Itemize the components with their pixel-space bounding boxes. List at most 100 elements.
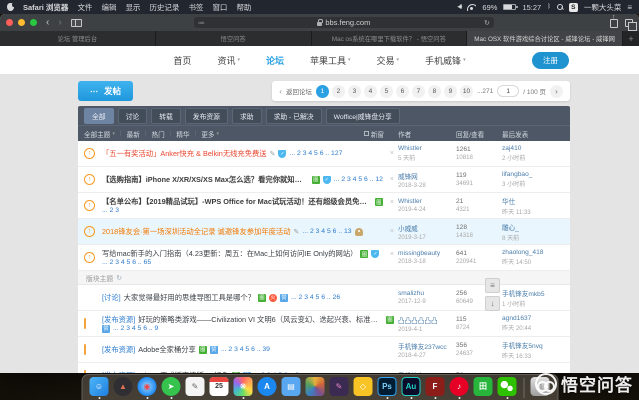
volume-icon[interactable]: ◀))	[457, 4, 462, 10]
menubar-item[interactable]: 帮助	[236, 2, 251, 13]
thread-pages-link[interactable]: ... 2 3 4 5 6 .. 39	[221, 346, 270, 353]
share-icon[interactable]	[610, 14, 618, 28]
reader-mode-icon[interactable]: ≔	[198, 19, 205, 27]
close-icon[interactable]: ×	[386, 251, 394, 258]
safari-icon[interactable]: ◉	[137, 376, 157, 396]
nav-item[interactable]: 手机威锋 ▾	[425, 54, 466, 67]
wechat-icon[interactable]	[497, 376, 517, 396]
author-name[interactable]: Whistler	[398, 198, 456, 205]
spotlight-search-icon[interactable]	[556, 4, 563, 10]
thread-pages-link[interactable]: ... 2 3 4 5 6 .. 8	[254, 372, 299, 373]
register-button[interactable]: 注册	[532, 52, 569, 69]
thread-row[interactable]: ↑ 写给mac新手的入门指南（4.23更新：周五：在Mac上如何访问IE Only…	[78, 245, 570, 271]
audition-icon[interactable]: Au	[401, 376, 421, 396]
page-number[interactable]: 4	[363, 84, 377, 98]
page-number[interactable]: 9	[443, 84, 457, 98]
sort-link[interactable]: 热门	[152, 129, 165, 139]
apple-icon[interactable]	[7, 3, 16, 11]
new-post-button[interactable]: ⋯ 发帖	[78, 81, 134, 101]
thread-title-link[interactable]: 「五一有奖活动」Anker快充 & Belkin无线充免费送	[102, 149, 267, 159]
thread-category[interactable]: [发布资源]	[102, 371, 135, 374]
menubar-item[interactable]: 书签	[188, 2, 203, 13]
thread-pages-link[interactable]: ... 2 3 4 5 6 .. 26	[291, 294, 340, 301]
thread-title-link[interactable]: Adobe全家桶分享	[138, 345, 196, 355]
photos-icon[interactable]: ❋	[233, 376, 253, 396]
thread-row[interactable]: [发布资源]3dmax正式版高清版5.0绿色图赞... 2 3 4 5 6 ..…	[78, 363, 570, 373]
clock[interactable]: 15:27	[522, 3, 541, 12]
author-name[interactable]: 手机锋友glvmich	[398, 370, 456, 373]
close-icon[interactable]: ×	[386, 199, 394, 206]
page-jump-input[interactable]	[497, 85, 520, 97]
column-last-post[interactable]: 最后发表	[502, 129, 564, 139]
pictures-folder-icon[interactable]: ▤	[281, 376, 301, 396]
thread-row[interactable]: ↑ 【选购指南】iPhone X/XR/XS/XS Max怎么选？看完你就知道了图…	[78, 167, 570, 193]
green-grid-app-icon[interactable]: 田	[473, 376, 493, 396]
page-number[interactable]: 5	[379, 84, 393, 98]
author-name[interactable]: Whistler	[398, 145, 456, 152]
last-post-user[interactable]: agnd1637	[502, 315, 564, 322]
sketch-icon[interactable]: ◇	[353, 376, 373, 396]
back-to-forum-link[interactable]: 返回论坛	[286, 86, 312, 96]
forward-button[interactable]: ›	[58, 17, 61, 28]
thread-title-link[interactable]: 【名单公布】【2019精品试玩】-WPS Office for Mac试玩活动！…	[102, 197, 372, 207]
menubar-item[interactable]: 文件	[77, 2, 92, 13]
float-bottom-button[interactable]: ↓	[485, 296, 500, 311]
page-number[interactable]: 1	[315, 84, 329, 98]
close-window-button[interactable]	[6, 19, 13, 26]
next-page-button[interactable]: ›	[550, 84, 563, 98]
thread-title-link[interactable]: 大家觉得最好用的思维导图工具是哪个？	[124, 293, 255, 303]
red-f-app-icon[interactable]: F	[425, 376, 445, 396]
last-post-user[interactable]: zaj410	[502, 145, 564, 152]
close-icon[interactable]: ×	[386, 228, 394, 235]
filter-tab[interactable]: 发布资源	[184, 107, 228, 124]
sidebar-toggle-button[interactable]	[70, 18, 82, 27]
sort-link[interactable]: 最新	[127, 129, 140, 139]
thread-title-link[interactable]: 好玩的策略类游戏——Civilization VI 文明6（风云变幻、迭起兴衰、…	[138, 315, 383, 325]
app-store-icon[interactable]: A	[257, 376, 277, 396]
menubar-item[interactable]: 编辑	[101, 2, 116, 13]
filter-tab[interactable]: Woffice|威锋盘分享	[325, 107, 400, 124]
column-author[interactable]: 作者	[398, 129, 456, 139]
address-bar[interactable]: ≔ bbs.feng.com ↻	[193, 17, 494, 28]
last-post-user[interactable]: zhaolong_418	[502, 249, 564, 256]
sort-link[interactable]: 更多 ▾	[201, 129, 219, 139]
page-number[interactable]: 6	[395, 84, 409, 98]
author-name[interactable]: 手机锋友237wcc	[398, 341, 456, 351]
thread-category[interactable]: [讨论]	[102, 293, 121, 303]
thread-pages-link[interactable]: ... 2 3 4 5 6 .. 13	[302, 228, 351, 235]
last-post-user[interactable]: 手机锋友5nvq	[502, 340, 564, 350]
thread-title-link[interactable]: 3dmax正式版高清版5.0绿色	[138, 371, 228, 374]
menubar-item[interactable]: 显示	[125, 2, 140, 13]
page-number[interactable]: 7	[411, 84, 425, 98]
thread-pages-link[interactable]: ... 2 3 4 5 6 .. 9	[113, 325, 158, 332]
refresh-icon[interactable]: ↻	[116, 274, 122, 282]
thread-pages-link[interactable]: ... 2 3 4 5 6 .. 127	[289, 150, 342, 157]
thread-row[interactable]: ↑ 「五一有奖活动」Anker快充 & Belkin无线充免费送 ✎ ✓... 2 3…	[78, 141, 570, 167]
color-grading-app-icon[interactable]	[305, 376, 325, 396]
new-tab-button[interactable]: +	[623, 31, 639, 46]
thread-row[interactable]: ↑ 2018锋友会·第一场深圳活动全记录 诚邀锋友参加年度活动 ✎... 2 3 4…	[78, 219, 570, 245]
nav-item[interactable]: 资讯 ▾	[217, 54, 240, 67]
calendar-icon[interactable]: 25	[209, 376, 229, 396]
thread-title-link[interactable]: 写给mac新手的入门指南（4.23更新：周五：在Mac上如何访问IE Only的…	[102, 249, 357, 259]
page-number[interactable]: 2	[331, 84, 345, 98]
last-post-user[interactable]: 华仕	[502, 196, 564, 206]
browser-tab[interactable]: Mac os系统在哪里下载软件？ - 悟空问答	[311, 31, 468, 46]
page-number[interactable]: 8	[427, 84, 441, 98]
finder-icon[interactable]: ☺	[89, 376, 109, 396]
art-app-icon[interactable]: ✎	[329, 376, 349, 396]
author-name[interactable]: 威锋网	[398, 171, 456, 181]
sort-link[interactable]: 全部主题 ▾	[84, 129, 115, 139]
netease-music-icon[interactable]: ♪	[449, 376, 469, 396]
tab-overview-icon[interactable]	[625, 18, 637, 31]
sort-link[interactable]: 精华	[176, 129, 189, 139]
thread-pages-link[interactable]: ... 2 3 4 5 6 .. 65	[102, 259, 151, 266]
rocket-app-icon[interactable]: ▲	[113, 376, 133, 396]
input-method-icon[interactable]: S	[568, 2, 578, 12]
photoshop-icon[interactable]: Ps	[377, 376, 397, 396]
filter-tab[interactable]: 转载	[151, 107, 181, 124]
nav-item[interactable]: 苹果工具 ▾	[310, 54, 351, 67]
last-post-user[interactable]: 手机锋友mkb5	[502, 288, 564, 298]
close-icon[interactable]: ×	[386, 150, 394, 157]
filter-tab[interactable]: 讨论	[117, 107, 148, 124]
